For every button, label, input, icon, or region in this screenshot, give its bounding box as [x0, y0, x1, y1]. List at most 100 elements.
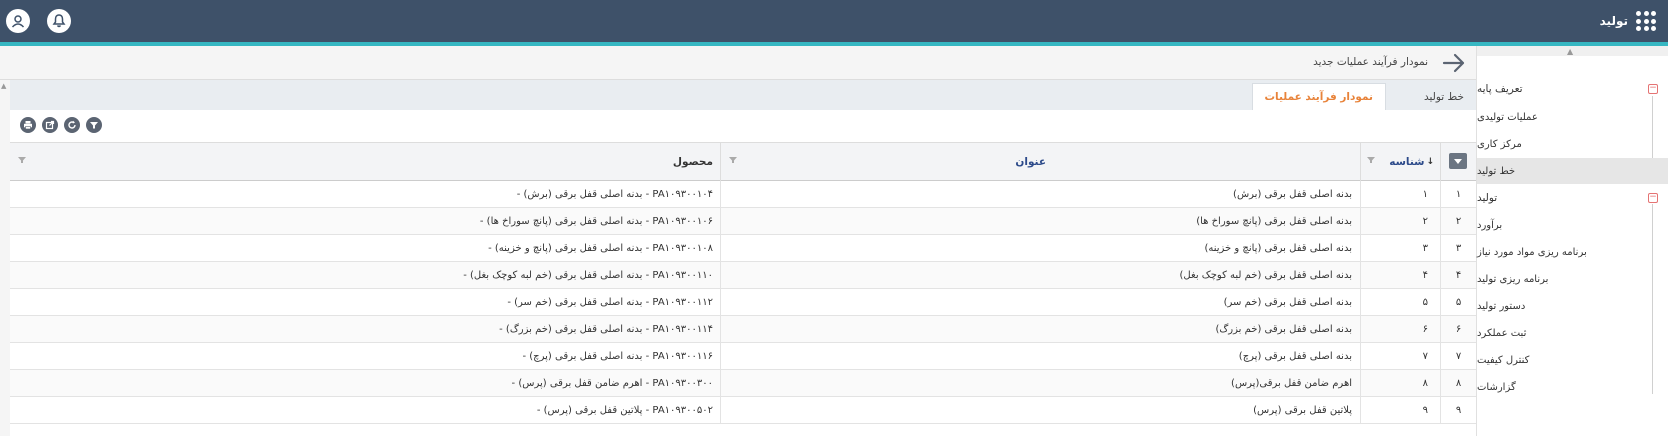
id-cell: ۶	[1360, 316, 1440, 342]
apps-grid-icon[interactable]	[1636, 11, 1656, 31]
product-cell: PA۱۰۹۳۰۰۱۰۸ - بدنه اصلی قفل برقی (پانچ و…	[488, 242, 713, 254]
filter-icon	[90, 122, 98, 129]
sidebar-item-label: خط تولید	[1477, 165, 1516, 177]
column-label: محصول	[672, 156, 713, 168]
tab-label: خط تولید	[1423, 90, 1464, 103]
row-number-cell: ۲	[1440, 208, 1476, 234]
product-cell: PA۱۰۹۳۰۰۱۱۲ - بدنه اصلی قفل برقی (خم سر)…	[507, 296, 713, 308]
sidebar-item-reports[interactable]: گزارشات	[1477, 374, 1668, 400]
id-cell: ۲	[1360, 208, 1440, 234]
sidebar-item-label: تعریف پایه	[1477, 83, 1523, 95]
sidebar-item-work-center[interactable]: مرکز کاری	[1477, 131, 1668, 157]
app-title: تولید	[1599, 14, 1628, 28]
sidebar-item-production-order[interactable]: دستور تولید	[1477, 293, 1668, 319]
row-number-cell: ۷	[1440, 343, 1476, 369]
row-number-cell: ۵	[1440, 289, 1476, 315]
id-cell: ۱	[1360, 181, 1440, 207]
title-cell: بدنه اصلی قفل برقی (پانچ و خزینه)	[720, 235, 1360, 261]
app-brand[interactable]: تولید	[1600, 10, 1656, 32]
sidebar-scrollbar[interactable]: ▲	[1477, 46, 1668, 56]
left-scrollbar[interactable]: ▲	[0, 80, 10, 436]
sidebar-item-label: مرکز کاری	[1477, 138, 1522, 150]
id-cell: ۴	[1360, 262, 1440, 288]
sidebar-item-label: برنامه ریزی تولید	[1477, 273, 1549, 285]
product-cell: PA۱۰۹۳۰۰۱۰۶ - بدنه اصلی قفل برقی (پانچ س…	[479, 215, 713, 227]
row-number-cell: ۱	[1440, 181, 1476, 207]
sidebar-item-label: گزارشات	[1477, 381, 1516, 393]
sidebar-item-quality-control[interactable]: کنترل کیفیت	[1477, 347, 1668, 373]
product-cell: PA۱۰۹۳۰۰۱۱۰ - بدنه اصلی قفل برقی (خم لبه…	[463, 269, 713, 281]
column-header-product[interactable]: محصول	[10, 143, 720, 181]
page-title: نمودار فرآیند عملیات جدید	[1313, 56, 1428, 68]
collapse-icon[interactable]: −	[1648, 193, 1658, 203]
sidebar-item-production-operations[interactable]: عملیات تولیدی	[1477, 104, 1668, 130]
export-icon	[45, 120, 55, 130]
notification-bell-icon[interactable]	[47, 9, 71, 33]
id-cell: ۳	[1360, 235, 1440, 261]
scroll-up-icon[interactable]: ▲	[1, 82, 6, 90]
export-button[interactable]	[42, 117, 58, 133]
product-cell: PA۱۰۹۳۰۰۳۰۰ - اهرم ضامن قفل برقی (پرس) -	[511, 377, 713, 389]
sort-icon[interactable]: ↓	[1426, 157, 1434, 167]
sidebar-item-label: ثبت عملکرد	[1477, 327, 1527, 339]
table-row[interactable]: ۷ ۷ بدنه اصلی قفل برقی (پرچ) PA۱۰۹۳۰۰۱۱۶ - …	[10, 343, 1476, 370]
title-cell: بدنه اصلی قفل برقی (خم سر)	[720, 289, 1360, 315]
tab-label: نمودار فرآیند عملیات	[1264, 91, 1374, 103]
title-cell: بدنه اصلی قفل برقی (پرچ)	[720, 343, 1360, 369]
sidebar-item-performance-record[interactable]: ثبت عملکرد	[1477, 320, 1668, 346]
column-menu-icon[interactable]	[1449, 153, 1467, 169]
sidebar-item-label: برنامه ریزی مواد مورد نیاز	[1477, 246, 1587, 258]
row-number-cell: ۹	[1440, 397, 1476, 423]
sidebar-group-base-definitions[interactable]: − تعریف پایه	[1477, 76, 1668, 102]
table-row[interactable]: ۸ ۸ اهرم ضامن قفل برقی(پرس) PA۱۰۹۳۰۰۳۰۰ - ا…	[10, 370, 1476, 397]
back-arrow-icon[interactable]	[1442, 52, 1466, 74]
scroll-up-icon[interactable]: ▲	[1567, 47, 1573, 56]
column-header-id[interactable]: ↓ شناسه	[1360, 143, 1440, 181]
sidebar-item-mrp[interactable]: برنامه ریزی مواد مورد نیاز	[1477, 239, 1668, 265]
table-row[interactable]: ۶ ۶ بدنه اصلی قفل برقی (خم بزرگ) PA۱۰۹۳۰۰۱۱…	[10, 316, 1476, 343]
column-filter-icon[interactable]	[729, 156, 737, 164]
title-cell: اهرم ضامن قفل برقی(پرس)	[720, 370, 1360, 396]
column-header-title[interactable]: عنوان	[720, 143, 1360, 181]
sidebar-item-production-planning[interactable]: برنامه ریزی تولید	[1477, 266, 1668, 292]
sidebar-item-production-line[interactable]: خط تولید	[1477, 158, 1668, 184]
title-cell: بدنه اصلی قفل برقی (خم لبه کوچک بغل)	[720, 262, 1360, 288]
column-filter-icon[interactable]	[1367, 156, 1375, 164]
table-row[interactable]: ۳ ۳ بدنه اصلی قفل برقی (پانچ و خزینه) PA۱۰۹…	[10, 235, 1476, 262]
top-bar: تولید	[0, 0, 1668, 42]
tab-production-line[interactable]: خط تولید	[1412, 83, 1476, 110]
print-button[interactable]	[20, 117, 36, 133]
table-row[interactable]: ۵ ۵ بدنه اصلی قفل برقی (خم سر) PA۱۰۹۳۰۰۱۱۲ …	[10, 289, 1476, 316]
sidebar-item-label: کنترل کیفیت	[1477, 354, 1530, 366]
user-avatar-icon[interactable]	[6, 9, 30, 33]
tab-operation-process-chart[interactable]: نمودار فرآیند عملیات	[1251, 83, 1386, 110]
column-label: عنوان	[1015, 156, 1046, 168]
filter-button[interactable]	[86, 117, 102, 133]
refresh-button[interactable]	[64, 117, 80, 133]
refresh-icon	[68, 120, 76, 129]
sidebar-item-estimate[interactable]: برآورد	[1477, 212, 1668, 238]
row-number-cell: ۶	[1440, 316, 1476, 342]
id-cell: ۸	[1360, 370, 1440, 396]
sidebar-group-production[interactable]: − تولید	[1477, 185, 1668, 211]
sidebar-item-label: تولید	[1477, 192, 1498, 204]
column-filter-icon[interactable]	[18, 156, 26, 164]
row-number-cell: ۳	[1440, 235, 1476, 261]
id-cell: ۷	[1360, 343, 1440, 369]
print-icon	[24, 121, 32, 130]
table-row[interactable]: ۹ ۹ پلاتین قفل برقی (پرس) PA۱۰۹۳۰۰۵۰۲ - پلا…	[10, 397, 1476, 424]
table-row[interactable]: ۲ ۲ بدنه اصلی قفل برقی (پانچ سوراخ ها) PA۱۰…	[10, 208, 1476, 235]
table-row[interactable]: ۴ ۴ بدنه اصلی قفل برقی (خم لبه کوچک بغل) PA…	[10, 262, 1476, 289]
title-cell: پلاتین قفل برقی (پرس)	[720, 397, 1360, 423]
table-row[interactable]: ۱ ۱ بدنه اصلی قفل برقی (برش) PA۱۰۹۳۰۰۱۰۴ - …	[10, 181, 1476, 208]
product-cell: PA۱۰۹۳۰۰۱۱۴ - بدنه اصلی قفل برقی (خم بزر…	[499, 323, 713, 335]
tab-bar: خط تولید نمودار فرآیند عملیات	[10, 80, 1476, 110]
row-number-cell: ۸	[1440, 370, 1476, 396]
collapse-icon[interactable]: −	[1648, 84, 1658, 94]
sidebar-item-label: دستور تولید	[1477, 300, 1526, 312]
id-cell: ۵	[1360, 289, 1440, 315]
table-header: ↓ شناسه عنوان محصول	[10, 142, 1476, 181]
column-label: شناسه	[1389, 156, 1425, 168]
title-cell: بدنه اصلی قفل برقی (برش)	[720, 181, 1360, 207]
product-cell: PA۱۰۹۳۰۰۱۰۴ - بدنه اصلی قفل برقی (برش) -	[516, 188, 713, 200]
